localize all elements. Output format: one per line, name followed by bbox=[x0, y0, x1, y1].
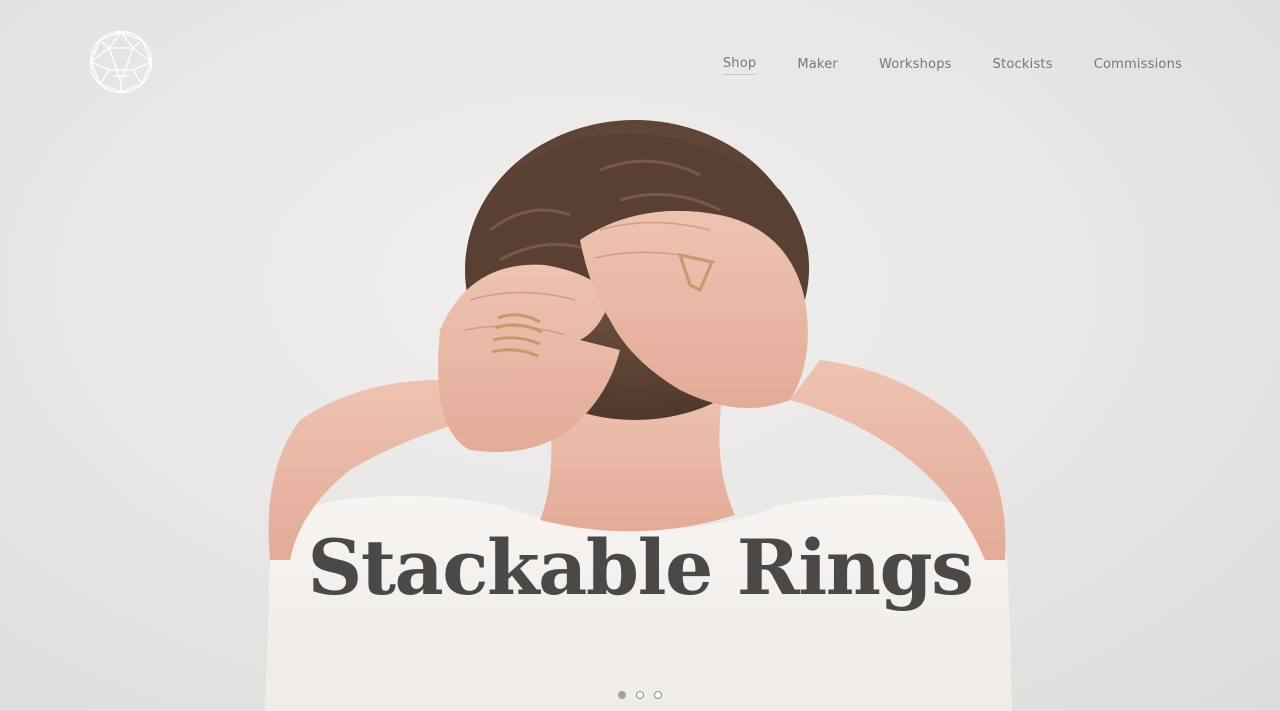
hero-title: Stackable Rings bbox=[307, 523, 974, 612]
slide-dot-3[interactable] bbox=[654, 691, 662, 699]
nav-item-stockists[interactable]: Stockists bbox=[993, 57, 1053, 75]
slide-dot-2[interactable] bbox=[636, 691, 644, 699]
nav-item-maker[interactable]: Maker bbox=[797, 57, 838, 75]
main-navigation: Shop Maker Workshops Stockists Commissio… bbox=[722, 56, 1182, 75]
site-logo[interactable] bbox=[89, 30, 153, 94]
nav-item-workshops[interactable]: Workshops bbox=[879, 57, 952, 75]
nav-item-commissions[interactable]: Commissions bbox=[1094, 57, 1182, 75]
hero-section: Shop Maker Workshops Stockists Commissio… bbox=[0, 0, 1280, 711]
geometric-a-monogram-icon bbox=[89, 30, 153, 94]
nav-item-shop[interactable]: Shop bbox=[722, 56, 757, 75]
slide-dot-1[interactable] bbox=[618, 691, 626, 699]
slide-pagination bbox=[0, 691, 1280, 699]
